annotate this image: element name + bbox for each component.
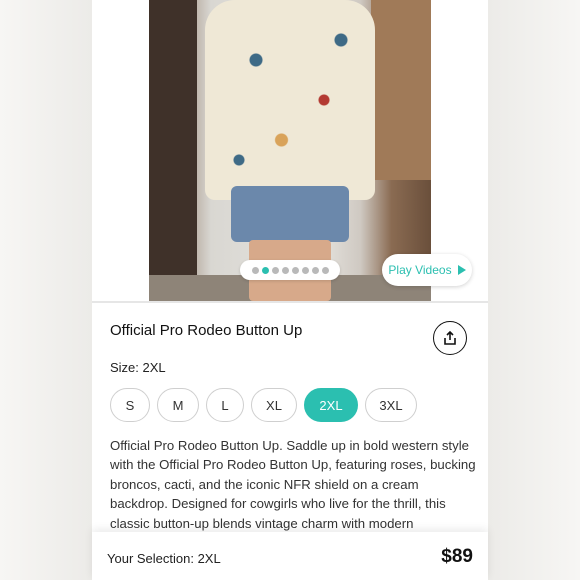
shirt-graphic — [205, 0, 375, 200]
size-label: Size: 2XL — [110, 360, 166, 375]
background-left — [0, 0, 92, 580]
gallery-dot[interactable] — [321, 266, 329, 274]
product-description: Official Pro Rodeo Button Up. Saddle up … — [110, 438, 476, 531]
size-option-xl[interactable]: XL — [251, 388, 297, 422]
gallery-dot[interactable] — [271, 266, 279, 274]
size-option-3xl[interactable]: 3XL — [365, 388, 417, 422]
play-videos-label: Play Videos — [388, 263, 452, 277]
background-right — [488, 0, 580, 580]
gallery-dot[interactable] — [251, 266, 259, 274]
size-option-2xl[interactable]: 2XL — [304, 388, 358, 422]
gallery-dot[interactable] — [301, 266, 309, 274]
size-options: S M L XL 2XL 3XL — [110, 388, 417, 422]
photo-door — [371, 0, 431, 180]
bottom-bar: Your Selection: 2XL $89 — [92, 532, 488, 580]
size-option-l[interactable]: L — [206, 388, 244, 422]
share-icon — [444, 330, 456, 345]
play-videos-button[interactable]: Play Videos — [382, 254, 472, 286]
size-option-m[interactable]: M — [157, 388, 199, 422]
play-icon — [457, 265, 466, 275]
selection-text: Your Selection: 2XL — [107, 551, 221, 566]
gallery-dot[interactable] — [291, 266, 299, 274]
gallery-dot[interactable] — [311, 266, 319, 274]
gallery-dot[interactable] — [261, 266, 269, 274]
gallery-dot[interactable] — [281, 266, 289, 274]
product-title: Official Pro Rodeo Button Up — [110, 322, 303, 339]
shorts-graphic — [231, 186, 349, 242]
share-button[interactable] — [433, 321, 467, 355]
price: $89 — [441, 546, 473, 567]
divider — [92, 301, 488, 303]
gallery-pagination[interactable] — [240, 260, 340, 280]
photo-wall — [149, 0, 197, 301]
size-option-s[interactable]: S — [110, 388, 150, 422]
